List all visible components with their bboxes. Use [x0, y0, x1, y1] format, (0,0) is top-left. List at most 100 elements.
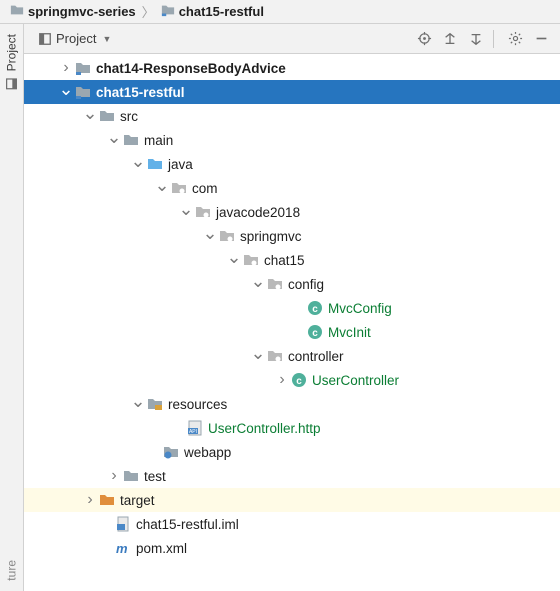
folder-icon — [10, 3, 24, 20]
tree-row-label: test — [144, 469, 166, 484]
tree-row-label: chat14-ResponseBodyAdvice — [96, 61, 286, 76]
tree-row-label: webapp — [184, 445, 231, 460]
chevron-down-icon[interactable]: ⌄ — [106, 132, 122, 142]
chevron-right-icon[interactable]: › — [106, 467, 122, 485]
tree-row[interactable]: API UserController.http — [24, 416, 560, 440]
chevron-right-icon[interactable]: › — [82, 491, 98, 509]
class-icon: c — [306, 300, 324, 316]
dropdown-arrow-icon: ▼ — [102, 34, 111, 44]
tree-row[interactable]: › test — [24, 464, 560, 488]
svg-text:m: m — [116, 541, 128, 556]
folder-o-icon — [98, 492, 116, 508]
chevron-down-icon[interactable]: ⌄ — [250, 348, 266, 358]
tree-row-label: MvcConfig — [328, 301, 392, 316]
chevron-right-icon[interactable]: › — [274, 371, 290, 389]
target-icon — [417, 31, 432, 46]
tree-row[interactable]: › target — [24, 488, 560, 512]
maven-icon: m — [114, 540, 132, 556]
toolbar-title[interactable]: Project ▼ — [38, 31, 111, 46]
tree-row-label: MvcInit — [328, 325, 371, 340]
package-icon — [266, 348, 284, 364]
iml-icon — [114, 516, 132, 532]
expand-icon — [443, 32, 457, 46]
tree-row[interactable]: ⌄ com — [24, 176, 560, 200]
tree-row-label: config — [288, 277, 324, 292]
svg-text:c: c — [312, 328, 318, 339]
tree-row-label: java — [168, 157, 193, 172]
tree-row[interactable]: chat15-restful.iml — [24, 512, 560, 536]
gear-icon — [508, 31, 523, 46]
tree-row[interactable]: c MvcConfig — [24, 296, 560, 320]
chevron-down-icon[interactable]: ⌄ — [154, 180, 170, 190]
chevron-down-icon[interactable]: ⌄ — [178, 204, 194, 214]
tree-row-label: chat15-restful — [96, 85, 185, 100]
tree-row-label: springmvc — [240, 229, 302, 244]
breadcrumb-root[interactable]: springmvc-series — [10, 3, 136, 20]
collapse-all-button[interactable] — [465, 28, 487, 50]
package-icon — [266, 276, 284, 292]
collapse-icon — [469, 32, 483, 46]
project-icon — [38, 32, 52, 46]
project-icon — [5, 77, 18, 90]
chevron-down-icon[interactable]: ⌄ — [130, 396, 146, 406]
tree-row-label: javacode2018 — [216, 205, 300, 220]
res-root-icon — [146, 396, 164, 412]
tree-row[interactable]: ⌄ config — [24, 272, 560, 296]
project-tree[interactable]: › chat14-ResponseBodyAdvice ⌄ chat15-restfu… — [24, 54, 560, 591]
tree-row[interactable]: ⌄ java — [24, 152, 560, 176]
package-icon — [170, 180, 188, 196]
tree-row[interactable]: c MvcInit — [24, 320, 560, 344]
tree-row[interactable]: ⌄resources — [24, 392, 560, 416]
tree-row-label: pom.xml — [136, 541, 187, 556]
tree-row[interactable]: ⌄ chat15-restful — [24, 80, 560, 104]
tree-row-label: chat15 — [264, 253, 305, 268]
tree-row[interactable]: ⌄ javacode2018 — [24, 200, 560, 224]
chevron-down-icon[interactable]: ⌄ — [226, 252, 242, 262]
svg-text:API: API — [189, 429, 197, 435]
tree-row-label: com — [192, 181, 218, 196]
package-icon — [242, 252, 260, 268]
tree-row[interactable]: m pom.xml — [24, 536, 560, 560]
chevron-down-icon[interactable]: ⌄ — [58, 84, 74, 94]
chevron-down-icon[interactable]: ⌄ — [82, 108, 98, 118]
hide-button[interactable] — [530, 28, 552, 50]
chevron-right-icon[interactable]: › — [58, 59, 74, 77]
project-toolbar: Project ▼ — [24, 24, 560, 54]
svg-text:c: c — [296, 376, 302, 387]
package-icon — [194, 204, 212, 220]
tool-window-stripe: Project ture — [0, 24, 24, 591]
package-icon — [218, 228, 236, 244]
module-icon — [74, 84, 92, 100]
tree-row[interactable]: webapp — [24, 440, 560, 464]
tree-row[interactable]: ⌄main — [24, 128, 560, 152]
tree-row-label: UserController.http — [208, 421, 321, 436]
tree-row-label: UserController — [312, 373, 399, 388]
side-tab-structure[interactable]: ture — [0, 550, 23, 591]
tree-row-label: controller — [288, 349, 344, 364]
svg-text:c: c — [312, 304, 318, 315]
chevron-down-icon[interactable]: ⌄ — [130, 156, 146, 166]
breadcrumb-root-label: springmvc-series — [28, 4, 136, 19]
tree-row[interactable]: ⌄ src — [24, 104, 560, 128]
select-opened-file-button[interactable] — [413, 28, 435, 50]
src-root-icon — [146, 156, 164, 172]
tree-row-label: src — [120, 109, 138, 124]
module-icon — [161, 3, 175, 20]
class-icon: c — [306, 324, 324, 340]
tree-row[interactable]: ⌄ chat15 — [24, 248, 560, 272]
breadcrumb-module[interactable]: chat15-restful — [161, 3, 264, 20]
chevron-down-icon[interactable]: ⌄ — [202, 228, 218, 238]
tree-row[interactable]: › chat14-ResponseBodyAdvice — [24, 56, 560, 80]
tree-row[interactable]: ⌄ springmvc — [24, 224, 560, 248]
settings-button[interactable] — [504, 28, 526, 50]
toolbar-divider — [493, 30, 494, 48]
tree-row[interactable]: ⌄ controller — [24, 344, 560, 368]
expand-all-button[interactable] — [439, 28, 461, 50]
side-tab-project[interactable]: Project — [0, 24, 23, 100]
folder-icon — [122, 132, 140, 148]
chevron-down-icon[interactable]: ⌄ — [250, 276, 266, 286]
tree-row-label: target — [120, 493, 155, 508]
minimize-icon — [535, 32, 548, 45]
module-icon — [74, 60, 92, 76]
tree-row[interactable]: › c UserController — [24, 368, 560, 392]
